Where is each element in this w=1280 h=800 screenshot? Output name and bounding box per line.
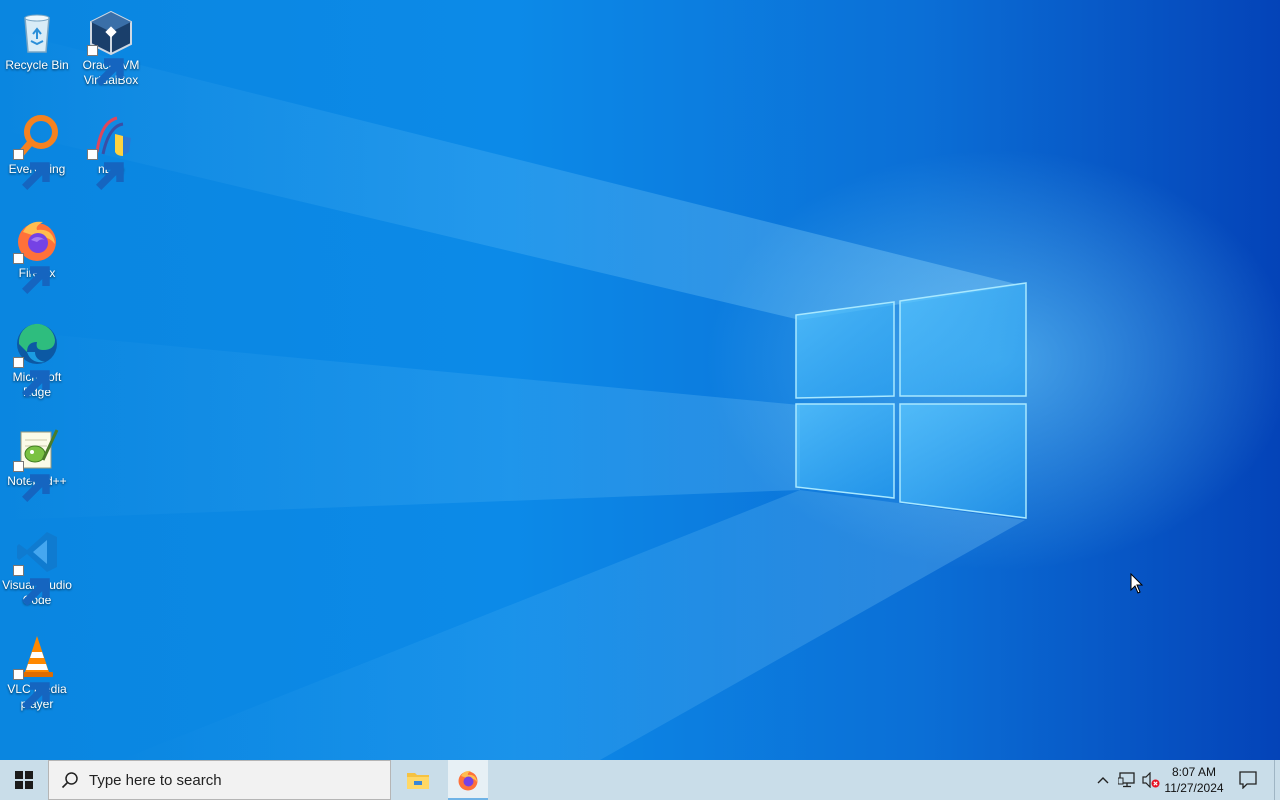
edge-icon bbox=[13, 320, 61, 398]
taskbar-file-explorer[interactable] bbox=[398, 760, 438, 800]
file-explorer-icon bbox=[407, 773, 429, 789]
firefox-icon bbox=[13, 216, 61, 294]
search-input[interactable] bbox=[87, 770, 371, 790]
desktop-icon-firefox[interactable]: Firefox bbox=[0, 212, 74, 294]
firefox-icon bbox=[458, 770, 478, 791]
mouse-cursor-icon bbox=[1130, 573, 1144, 594]
recycle-bin-icon bbox=[13, 8, 61, 56]
shortcut-arrow-icon bbox=[13, 461, 50, 502]
everything-search-icon bbox=[13, 112, 61, 190]
shortcut-arrow-icon bbox=[13, 669, 50, 710]
network-tray-button[interactable] bbox=[1116, 760, 1138, 800]
volume-tray-button[interactable] bbox=[1140, 760, 1162, 800]
windows-logo-icon bbox=[15, 771, 33, 789]
windows-wallpaper bbox=[0, 30, 1027, 760]
notification-icon bbox=[1239, 771, 1257, 789]
clock-date: 11/27/2024 bbox=[1164, 781, 1224, 795]
taskbar: 8:07 AM 11/27/2024 bbox=[0, 760, 1280, 800]
vlc-icon bbox=[13, 632, 61, 710]
desktop-icon-everything[interactable]: Everything bbox=[0, 108, 74, 190]
volume-muted-icon bbox=[1142, 772, 1160, 788]
desktop-icon-nlite[interactable]: nLite bbox=[74, 108, 148, 190]
shortcut-arrow-icon bbox=[13, 253, 50, 294]
desktop-icon-vlc[interactable]: VLC media player bbox=[0, 628, 74, 712]
desktop-icon-virtualbox[interactable]: Oracle VM VirtualBox bbox=[74, 4, 148, 88]
notepadpp-icon bbox=[13, 424, 61, 502]
nlite-icon bbox=[87, 112, 135, 190]
desktop-icon-microsoft-edge[interactable]: Microsoft Edge bbox=[0, 316, 74, 400]
virtualbox-icon bbox=[87, 8, 135, 86]
desktop-icon-vscode[interactable]: Visual Studio Code bbox=[0, 524, 74, 608]
taskbar-firefox[interactable] bbox=[448, 760, 488, 800]
search-icon bbox=[61, 772, 78, 789]
desktop-icon-recycle-bin[interactable]: Recycle Bin bbox=[0, 4, 74, 73]
show-desktop-button[interactable] bbox=[1274, 760, 1280, 800]
shortcut-arrow-icon bbox=[13, 565, 50, 606]
desktop-icon-label: Recycle Bin bbox=[5, 58, 69, 72]
taskbar-clock[interactable]: 8:07 AM 11/27/2024 bbox=[1162, 764, 1226, 796]
action-center-button[interactable] bbox=[1232, 760, 1264, 800]
network-icon bbox=[1118, 772, 1135, 788]
shortcut-arrow-icon bbox=[13, 357, 50, 398]
vscode-icon bbox=[13, 528, 61, 606]
show-hidden-icons-button[interactable] bbox=[1094, 760, 1112, 800]
taskbar-search-box[interactable] bbox=[48, 760, 391, 800]
clock-time: 8:07 AM bbox=[1171, 765, 1217, 779]
desktop-icon-notepadpp[interactable]: Notepad++ bbox=[0, 420, 74, 502]
shortcut-arrow-icon bbox=[87, 149, 124, 190]
shortcut-arrow-icon bbox=[13, 149, 50, 190]
desktop[interactable]: Recycle Bin Oracle VM VirtualBox Everyth… bbox=[0, 0, 1280, 760]
start-button[interactable] bbox=[0, 760, 48, 800]
shortcut-arrow-icon bbox=[87, 45, 124, 86]
chevron-up-icon bbox=[1097, 777, 1109, 784]
